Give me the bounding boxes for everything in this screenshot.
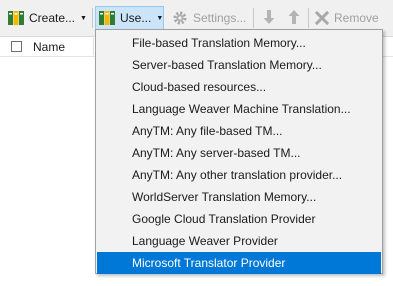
menu-item-microsoft-translator[interactable]: Microsoft Translator Provider (97, 252, 381, 274)
create-button[interactable]: Create... ▼ (4, 6, 90, 30)
menu-item-anytm-server-based[interactable]: AnyTM: Any server-based TM... (97, 142, 381, 164)
translation-memory-icon (99, 10, 115, 26)
toolbar-divider (92, 8, 93, 28)
column-header-name[interactable]: Name (33, 40, 65, 54)
select-all-checkbox[interactable] (11, 41, 22, 52)
move-up-button[interactable] (283, 6, 305, 30)
translation-memory-icon (8, 10, 24, 26)
menu-item-anytm-other-provider[interactable]: AnyTM: Any other translation provider... (97, 164, 381, 186)
settings-button[interactable]: Settings... (168, 6, 250, 30)
menu-item-worldserver-tm[interactable]: WorldServer Translation Memory... (97, 186, 381, 208)
remove-button-label: Remove (334, 11, 379, 25)
settings-button-label: Settings... (193, 11, 247, 25)
toolbar-divider (253, 8, 254, 28)
create-button-label: Create... (29, 11, 76, 25)
close-icon (315, 11, 329, 25)
menu-item-file-based-tm[interactable]: File-based Translation Memory... (97, 32, 381, 54)
menu-item-anytm-file-based[interactable]: AnyTM: Any file-based TM... (97, 120, 381, 142)
chevron-down-icon: ▼ (80, 15, 87, 22)
move-down-button[interactable] (258, 6, 280, 30)
remove-button[interactable]: Remove (312, 6, 384, 30)
toolbar-divider (308, 8, 309, 28)
menu-item-google-cloud-translation[interactable]: Google Cloud Translation Provider (97, 208, 381, 230)
use-button[interactable]: Use... ▼ (95, 6, 164, 30)
use-button-label: Use... (120, 11, 152, 25)
arrow-up-icon (287, 9, 301, 28)
menu-item-language-weaver-provider[interactable]: Language Weaver Provider (97, 230, 381, 252)
menu-item-cloud-resources[interactable]: Cloud-based resources... (97, 76, 381, 98)
chevron-down-icon: ▼ (156, 15, 164, 22)
menu-item-language-weaver-mt[interactable]: Language Weaver Machine Translation... (97, 98, 381, 120)
column-divider[interactable] (93, 38, 94, 55)
menu-item-server-based-tm[interactable]: Server-based Translation Memory... (97, 54, 381, 76)
arrow-down-icon (262, 9, 276, 28)
use-dropdown-menu: File-based Translation Memory... Server-… (95, 29, 383, 274)
gear-icon (172, 10, 188, 26)
